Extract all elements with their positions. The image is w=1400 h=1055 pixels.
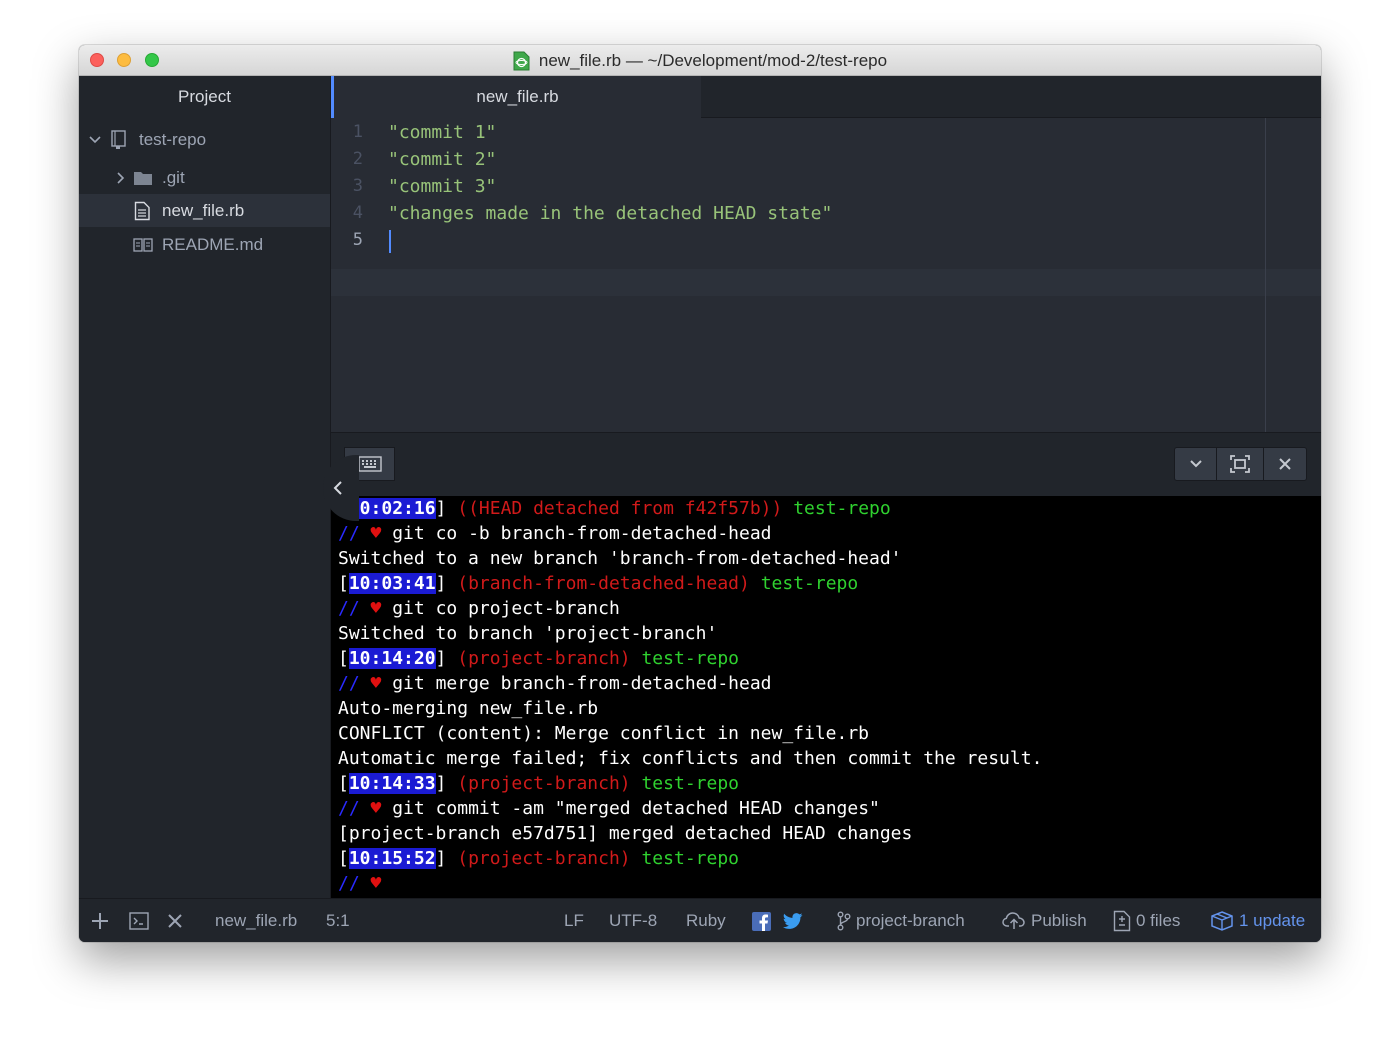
project-tree-panel: Project test-repo .git <box>79 76 331 898</box>
terminal-command-line: // ♥ git co project-branch <box>338 596 620 621</box>
status-grammar[interactable]: Ruby <box>686 899 726 942</box>
file-diff-icon <box>1113 910 1131 932</box>
terminal-output-line: Switched to branch 'project-branch' <box>338 621 717 646</box>
line-number: 5 <box>331 227 363 254</box>
title-bar: new_file.rb — ~/Development/mod-2/test-r… <box>79 45 1321 76</box>
status-git-branch[interactable]: project-branch <box>837 899 965 942</box>
tree-item-label: README.md <box>162 235 263 255</box>
git-branch-label: project-branch <box>856 911 965 931</box>
terminal-output-line: Automatic merge failed; fix conflicts an… <box>338 746 1042 771</box>
terminal-command-line: // ♥ git co -b branch-from-detached-head <box>338 521 772 546</box>
status-encoding[interactable]: UTF-8 <box>609 899 657 942</box>
close-terminal-button[interactable] <box>1263 447 1307 481</box>
line-number: 2 <box>331 146 363 173</box>
text-cursor <box>389 230 391 253</box>
terminal-view[interactable]: [10:02:16] ((HEAD detached from f42f57b)… <box>331 496 1321 898</box>
hide-terminal-button[interactable] <box>1174 447 1217 481</box>
package-update-label: 1 update <box>1239 911 1305 931</box>
file-text-icon <box>134 201 151 221</box>
line-number-gutter: 1 2 3 4 5 <box>331 118 371 432</box>
close-icon <box>167 913 183 929</box>
line-number: 4 <box>331 200 363 227</box>
project-tab-title[interactable]: Project <box>79 76 330 118</box>
wrap-guide <box>1265 118 1266 432</box>
tree-item-readme-md[interactable]: README.md <box>79 228 330 261</box>
code-line: "commit 3" <box>388 173 496 200</box>
folder-icon <box>133 170 153 186</box>
text-editor[interactable]: 1 2 3 4 5 "commit 1" "commit 2" "commit … <box>331 118 1321 432</box>
status-cursor-position[interactable]: 5:1 <box>326 899 350 942</box>
chevron-down-icon <box>88 133 102 147</box>
book-icon <box>133 237 153 253</box>
atom-window: new_file.rb — ~/Development/mod-2/test-r… <box>79 45 1321 942</box>
terminal-output-line: Auto-merging new_file.rb <box>338 696 598 721</box>
screen-full-icon <box>1230 455 1250 473</box>
package-icon <box>1210 911 1234 931</box>
chevron-down-icon <box>1188 456 1204 472</box>
terminal-command-line: // ♥ <box>338 871 381 896</box>
chevron-right-icon <box>113 171 127 185</box>
window-title: new_file.rb — ~/Development/mod-2/test-r… <box>539 51 887 71</box>
status-line-ending[interactable]: LF <box>564 899 584 942</box>
changed-files-label: 0 files <box>1136 911 1180 931</box>
code-line: "commit 1" <box>388 119 496 146</box>
terminal-prompt-line: [10:15:52] (project-branch) test-repo <box>338 846 739 871</box>
line-number: 3 <box>331 173 363 200</box>
terminal-toolbar <box>331 432 1321 496</box>
ruby-file-icon <box>513 51 530 71</box>
repo-icon <box>110 130 128 150</box>
terminal-prompt-line: [10:03:41] (branch-from-detached-head) t… <box>338 571 858 596</box>
close-icon <box>1277 456 1293 472</box>
tree-item-git[interactable]: .git <box>79 161 330 194</box>
new-terminal-button[interactable] <box>91 899 114 942</box>
publish-button[interactable]: Publish <box>1002 899 1087 942</box>
tab-new-file-rb[interactable]: new_file.rb <box>331 76 701 118</box>
status-bar: new_file.rb 5:1 LF UTF-8 Ruby project-br… <box>79 898 1321 942</box>
terminal-command-line: // ♥ git merge branch-from-detached-head <box>338 671 772 696</box>
status-file-name[interactable]: new_file.rb <box>215 899 297 942</box>
keyboard-icon <box>358 456 382 472</box>
twitter-icon <box>783 913 803 930</box>
terminal-output-line: [project-branch e57d751] merged detached… <box>338 821 912 846</box>
code-line: "changes made in the detached HEAD state… <box>388 200 832 227</box>
terminal-prompt-line: [10:02:16] ((HEAD detached from f42f57b)… <box>338 496 891 521</box>
plus-icon <box>91 912 109 930</box>
changed-files-button[interactable]: 0 files <box>1113 899 1180 942</box>
cloud-upload-icon <box>1002 912 1026 930</box>
tree-item-new-file-rb[interactable]: new_file.rb <box>79 194 330 227</box>
git-branch-icon <box>837 911 851 931</box>
terminal-toggle-button[interactable] <box>129 899 154 942</box>
terminal-output-line: Switched to a new branch 'branch-from-de… <box>338 546 902 571</box>
terminal-icon <box>129 912 149 930</box>
publish-label: Publish <box>1031 911 1087 931</box>
facebook-share-button[interactable] <box>752 899 776 942</box>
facebook-icon <box>752 912 771 931</box>
terminal-prompt-line: [10:14:33] (project-branch) test-repo <box>338 771 739 796</box>
close-all-terminals-button[interactable] <box>167 899 188 942</box>
tree-root-label: test-repo <box>139 130 206 150</box>
tree-root-test-repo[interactable]: test-repo <box>79 123 330 156</box>
terminal-prompt-line: [10:14:20] (project-branch) test-repo <box>338 646 739 671</box>
package-update-button[interactable]: 1 update <box>1210 899 1305 942</box>
tree-item-label: .git <box>162 168 185 188</box>
cursor-line-highlight <box>331 269 1321 296</box>
maximize-terminal-button[interactable] <box>1216 447 1264 481</box>
line-number: 1 <box>331 119 363 146</box>
editor-tab-bar: new_file.rb <box>331 76 1321 118</box>
twitter-share-button[interactable] <box>783 899 808 942</box>
terminal-command-line: // ♥ git commit -am "merged detached HEA… <box>338 796 880 821</box>
chevron-left-icon <box>332 480 344 496</box>
code-line: "commit 2" <box>388 146 496 173</box>
terminal-output-line: CONFLICT (content): Merge conflict in ne… <box>338 721 869 746</box>
tree-item-label: new_file.rb <box>162 201 244 221</box>
